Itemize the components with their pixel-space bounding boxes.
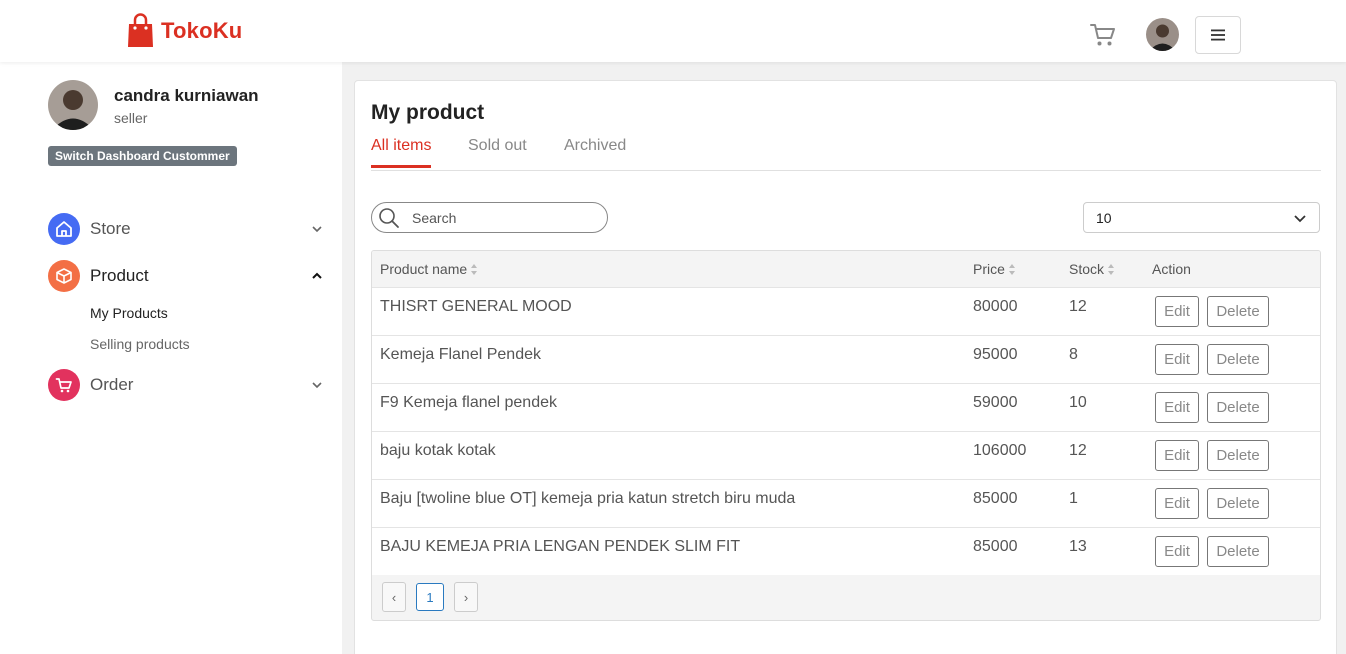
sidebar-subitem-my-products[interactable]: My Products	[90, 305, 168, 321]
next-page-button[interactable]: ›	[454, 582, 478, 612]
product-price: 85000	[973, 538, 1018, 555]
sidebar-item-label: Product	[90, 266, 149, 285]
pagination: ‹ 1 ›	[382, 582, 488, 612]
hamburger-menu-icon	[1211, 29, 1225, 41]
column-header-price[interactable]: Price	[973, 261, 1015, 277]
tab-all-items[interactable]: All items	[371, 137, 432, 168]
product-stock: 10	[1069, 394, 1087, 411]
product-stock: 8	[1069, 346, 1078, 363]
shopping-cart-icon	[1090, 24, 1115, 46]
delete-button[interactable]: Delete	[1207, 296, 1269, 327]
sidebar-item-product[interactable]: Product	[48, 259, 328, 293]
sort-icon	[1108, 263, 1115, 275]
box-icon	[48, 260, 80, 292]
table-row: THISRT GENERAL MOOD 80000 12 Edit Delete	[372, 287, 1320, 335]
delete-button[interactable]: Delete	[1207, 344, 1269, 375]
product-name: BAJU KEMEJA PRIA LENGAN PENDEK SLIM FIT	[380, 538, 741, 555]
product-name: Kemeja Flanel Pendek	[380, 346, 541, 363]
sidebar: candra kurniawan seller Switch Dashboard…	[0, 62, 342, 654]
product-price: 85000	[973, 490, 1018, 507]
column-header-label: Product name	[380, 261, 468, 277]
product-tabs: All items Sold out Archived	[371, 133, 1321, 171]
chevron-up-icon	[312, 272, 322, 279]
page-size-select[interactable]: 10	[1083, 202, 1320, 233]
profile-name: candra kurniawan	[114, 86, 259, 105]
delete-button[interactable]: Delete	[1207, 440, 1269, 471]
shopping-bag-icon	[128, 13, 153, 47]
search-input[interactable]	[412, 209, 582, 226]
product-name: Baju [twoline blue OT] kemeja pria katun…	[380, 490, 796, 507]
sidebar-item-label: Store	[90, 219, 131, 238]
search-box[interactable]	[371, 202, 608, 233]
sidebar-item-store[interactable]: Store	[48, 212, 328, 246]
delete-button[interactable]: Delete	[1207, 392, 1269, 423]
page-button-current[interactable]: 1	[416, 583, 444, 611]
column-header-label: Price	[973, 261, 1005, 277]
tab-archived[interactable]: Archived	[564, 137, 626, 167]
brand-logo[interactable]: TokoKu	[127, 13, 242, 49]
product-price: 59000	[973, 394, 1018, 411]
product-stock: 12	[1069, 298, 1087, 315]
user-avatar-icon	[1146, 18, 1179, 51]
column-header-label: Action	[1152, 261, 1191, 277]
column-header-action: Action	[1152, 261, 1191, 277]
profile-role: seller	[114, 110, 148, 126]
chevron-down-icon	[1294, 214, 1306, 222]
product-name: baju kotak kotak	[380, 442, 496, 459]
cart-icon	[48, 369, 80, 401]
header-avatar[interactable]	[1146, 18, 1179, 51]
product-stock: 1	[1069, 490, 1078, 507]
column-header-stock[interactable]: Stock	[1069, 261, 1115, 277]
profile-avatar	[48, 80, 98, 130]
chevron-down-icon	[312, 382, 322, 389]
user-avatar-icon	[48, 80, 98, 130]
store-icon	[48, 213, 80, 245]
edit-button[interactable]: Edit	[1155, 296, 1199, 327]
search-icon	[379, 207, 399, 228]
edit-button[interactable]: Edit	[1155, 392, 1199, 423]
product-name: F9 Kemeja flanel pendek	[380, 394, 557, 411]
edit-button[interactable]: Edit	[1155, 440, 1199, 471]
table-row: BAJU KEMEJA PRIA LENGAN PENDEK SLIM FIT …	[372, 527, 1320, 575]
product-name: THISRT GENERAL MOOD	[380, 298, 572, 315]
sort-icon	[471, 263, 478, 275]
product-price: 95000	[973, 346, 1018, 363]
sidebar-item-label: Order	[90, 375, 134, 394]
product-table: Product name Price Stock Action THISRT G…	[371, 250, 1321, 621]
edit-button[interactable]: Edit	[1155, 536, 1199, 567]
edit-button[interactable]: Edit	[1155, 488, 1199, 519]
product-stock: 13	[1069, 538, 1087, 555]
column-header-product-name[interactable]: Product name	[380, 261, 478, 277]
page-title: My product	[371, 101, 485, 124]
edit-button[interactable]: Edit	[1155, 344, 1199, 375]
chevron-down-icon	[312, 226, 322, 233]
table-header: Product name Price Stock Action	[372, 251, 1320, 287]
sidebar-subitem-selling-products[interactable]: Selling products	[90, 336, 190, 352]
table-row: baju kotak kotak 106000 12 Edit Delete	[372, 431, 1320, 479]
cart-button[interactable]	[1088, 20, 1118, 50]
product-price: 106000	[973, 442, 1027, 459]
table-row: Baju [twoline blue OT] kemeja pria katun…	[372, 479, 1320, 527]
sidebar-item-order[interactable]: Order	[48, 368, 328, 402]
product-price: 80000	[973, 298, 1018, 315]
hamburger-menu-button[interactable]	[1195, 16, 1241, 54]
product-stock: 12	[1069, 442, 1087, 459]
table-row: Kemeja Flanel Pendek 95000 8 Edit Delete	[372, 335, 1320, 383]
switch-dashboard-button[interactable]: Switch Dashboard Custommer	[48, 146, 237, 166]
tab-sold-out[interactable]: Sold out	[468, 137, 527, 167]
prev-page-button[interactable]: ‹	[382, 582, 406, 612]
sort-icon	[1008, 263, 1015, 275]
top-navbar: TokoKu	[0, 0, 1346, 62]
delete-button[interactable]: Delete	[1207, 488, 1269, 519]
page-size-value: 10	[1096, 209, 1112, 226]
brand-name: TokoKu	[161, 18, 243, 43]
my-product-card: My product All items Sold out Archived 1…	[354, 80, 1337, 654]
delete-button[interactable]: Delete	[1207, 536, 1269, 567]
table-row: F9 Kemeja flanel pendek 59000 10 Edit De…	[372, 383, 1320, 431]
column-header-label: Stock	[1069, 261, 1105, 277]
